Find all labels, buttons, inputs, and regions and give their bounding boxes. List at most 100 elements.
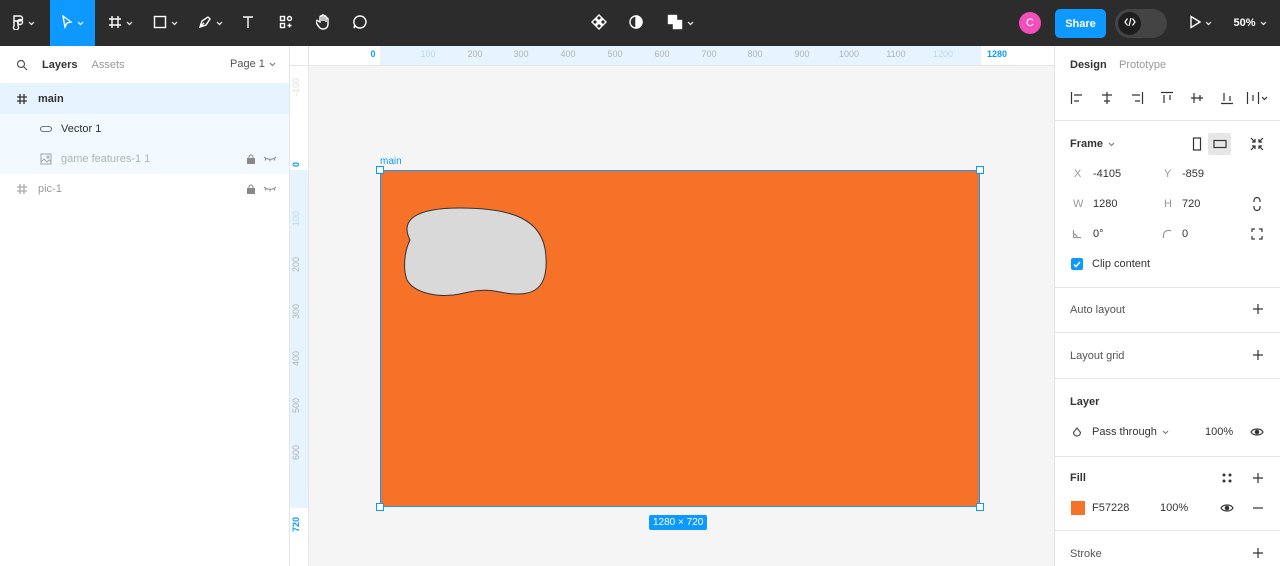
move-tool-button[interactable] [50, 0, 95, 46]
distribute-icon[interactable] [1245, 90, 1269, 106]
boolean-button[interactable] [662, 0, 698, 46]
blend-mode-value: Pass through [1092, 426, 1157, 438]
fill-opacity-input[interactable]: 100% [1160, 502, 1188, 514]
frame-main[interactable] [380, 170, 980, 507]
divider [1055, 120, 1280, 121]
layers-panel: Layers Assets Page 1 main Vector 1 game … [0, 46, 290, 566]
ruler-tick: 0 [291, 161, 301, 167]
remove-fill-icon[interactable] [1251, 501, 1265, 515]
page-selector[interactable]: Page 1 [230, 58, 276, 70]
frame-section-title[interactable]: Frame [1070, 138, 1115, 150]
lock-icon[interactable] [247, 154, 255, 164]
comment-icon [352, 14, 368, 33]
frame-tool-button[interactable] [100, 0, 140, 46]
canvas[interactable]: main 1280 × 720 [309, 66, 1054, 566]
y-input[interactable]: -859 [1182, 168, 1204, 180]
auto-layout-title: Auto layout [1070, 304, 1126, 316]
resize-to-fit-icon[interactable] [1249, 136, 1265, 152]
styles-grid-icon[interactable] [1219, 470, 1235, 486]
play-icon [1189, 14, 1201, 32]
tab-design[interactable]: Design [1070, 59, 1107, 71]
tab-layers[interactable]: Layers [42, 59, 77, 71]
align-right-icon[interactable] [1129, 90, 1145, 106]
main-menu-button[interactable] [0, 0, 46, 46]
contrast-button[interactable] [623, 0, 649, 46]
user-avatar[interactable]: C [1019, 12, 1041, 34]
tab-prototype[interactable]: Prototype [1119, 59, 1166, 71]
present-button[interactable] [1184, 0, 1216, 46]
y-label: Y [1164, 168, 1172, 180]
fill-hex-input[interactable]: F57228 [1092, 502, 1129, 514]
chevron-down-icon [269, 62, 276, 67]
h-input[interactable]: 720 [1182, 198, 1200, 210]
ruler-tick: 500 [607, 49, 623, 59]
hidden-eye-icon[interactable] [263, 155, 277, 163]
create-component-button[interactable] [586, 0, 612, 46]
divider [1055, 378, 1280, 379]
share-button[interactable]: Share [1055, 9, 1106, 38]
dev-mode-toggle[interactable] [1115, 9, 1167, 38]
ruler-tick: 600 [291, 444, 301, 460]
image-icon [40, 153, 52, 165]
ruler-top[interactable]: 0 100 200 300 400 500 600 700 800 900 10… [309, 46, 1054, 66]
ruler-left[interactable]: -100 0 100 200 300 400 500 600 720 [290, 66, 309, 566]
text-tool-button[interactable] [235, 0, 261, 46]
x-input[interactable]: -4105 [1093, 168, 1121, 180]
page-label: Page 1 [230, 58, 265, 70]
fill-color-swatch[interactable] [1071, 501, 1085, 515]
fill-eye-icon[interactable] [1219, 500, 1235, 516]
rotation-icon [1071, 228, 1083, 240]
align-left-icon[interactable] [1069, 90, 1085, 106]
resize-handle-bl[interactable] [376, 503, 384, 511]
hand-tool-button[interactable] [309, 0, 337, 46]
blend-mode-select[interactable]: Pass through [1092, 426, 1169, 438]
layer-opacity-input[interactable]: 100% [1205, 426, 1233, 438]
vector-shape[interactable] [380, 170, 980, 507]
resize-handle-tl[interactable] [376, 166, 384, 174]
layer-row-vector[interactable]: Vector 1 [0, 114, 289, 144]
radius-input[interactable]: 0 [1182, 228, 1188, 240]
align-bottom-icon[interactable] [1219, 90, 1235, 106]
ruler-tick: 400 [291, 350, 301, 366]
shape-tool-button[interactable] [145, 0, 185, 46]
clip-content-checkbox[interactable] [1071, 258, 1083, 270]
rotation-input[interactable]: 0° [1093, 228, 1104, 240]
ruler-tick: 1000 [838, 49, 860, 59]
zoom-menu-button[interactable]: 50% [1226, 0, 1274, 46]
align-vertical-center-icon[interactable] [1189, 90, 1205, 106]
lock-icon[interactable] [247, 184, 255, 194]
resize-handle-tr[interactable] [976, 166, 984, 174]
layer-row-pic[interactable]: pic-1 [0, 174, 289, 204]
layer-row-image[interactable]: game features-1 1 [0, 144, 289, 174]
add-fill-icon[interactable] [1251, 471, 1265, 485]
share-label: Share [1065, 17, 1096, 30]
ruler-tick: 300 [291, 303, 301, 319]
landscape-orientation-icon[interactable] [1208, 133, 1231, 155]
hidden-eye-icon[interactable] [263, 185, 277, 193]
layers-panel-tabs: Layers Assets Page 1 [0, 46, 289, 84]
align-horizontal-center-icon[interactable] [1099, 90, 1115, 106]
fill-section-title: Fill [1070, 472, 1086, 484]
portrait-orientation-icon[interactable] [1189, 134, 1205, 154]
clip-content-label[interactable]: Clip content [1092, 258, 1150, 270]
frame-hash-icon [16, 93, 28, 105]
tab-assets[interactable]: Assets [91, 59, 124, 71]
pen-tool-button[interactable] [190, 0, 230, 46]
blend-mode-icon [1071, 426, 1083, 438]
constrain-proportions-icon[interactable] [1249, 196, 1265, 212]
ruler-corner [290, 46, 309, 66]
search-icon[interactable] [16, 59, 28, 71]
align-top-icon[interactable] [1159, 90, 1175, 106]
ruler-tick: 200 [467, 49, 483, 59]
eye-icon[interactable] [1249, 424, 1265, 440]
add-auto-layout-icon[interactable] [1251, 302, 1265, 316]
corner-radius-icon [1161, 228, 1173, 240]
independent-corners-icon[interactable] [1249, 226, 1265, 242]
resize-handle-br[interactable] [976, 503, 984, 511]
w-input[interactable]: 1280 [1093, 198, 1117, 210]
add-layout-grid-icon[interactable] [1251, 348, 1265, 362]
resources-button[interactable] [272, 0, 300, 46]
comment-tool-button[interactable] [346, 0, 374, 46]
add-stroke-icon[interactable] [1251, 546, 1265, 560]
layer-row-main[interactable]: main [0, 84, 289, 114]
